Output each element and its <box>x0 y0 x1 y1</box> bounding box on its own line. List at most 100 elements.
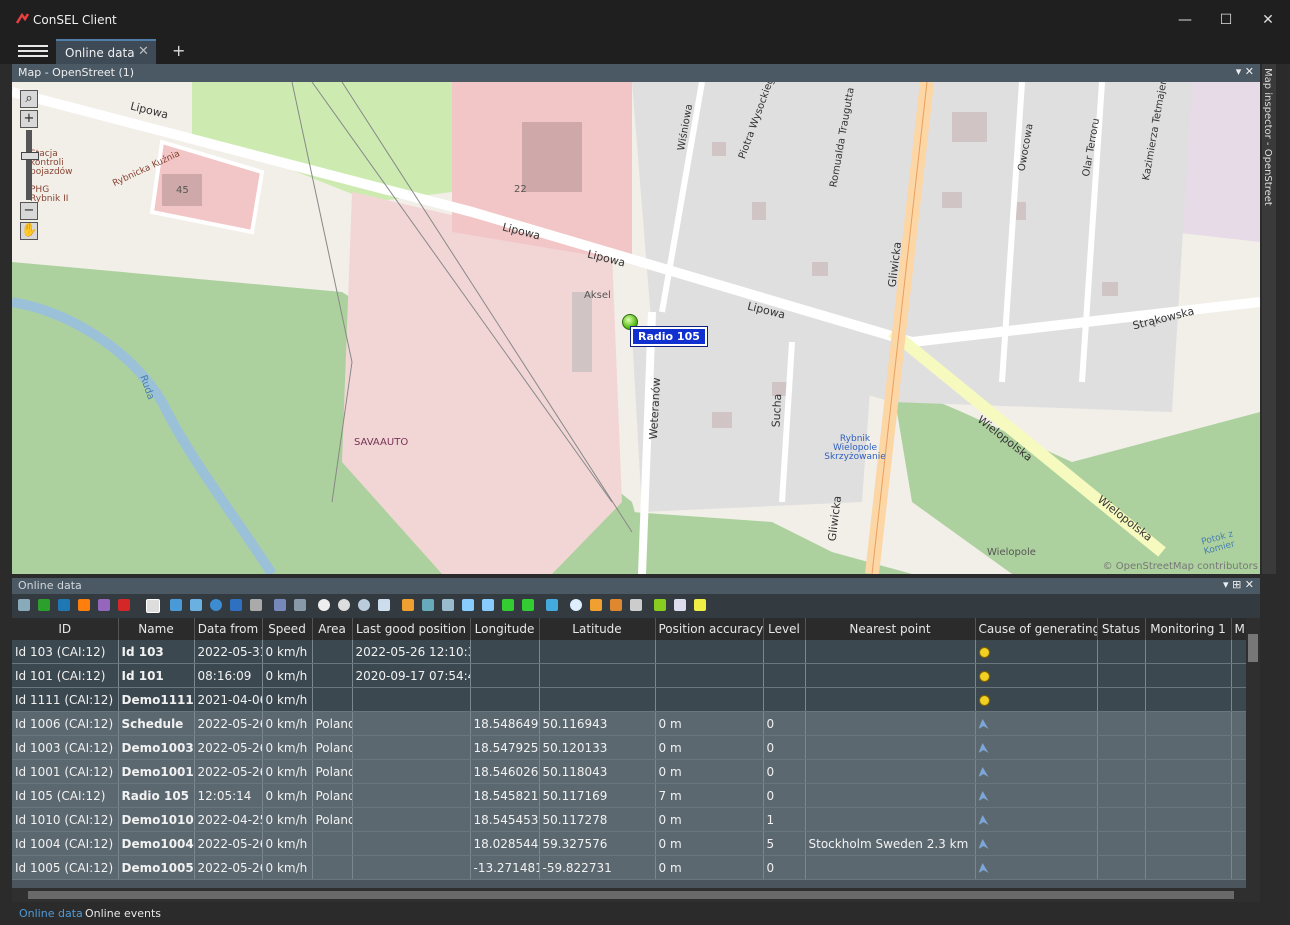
settings-icon[interactable] <box>250 599 262 611</box>
horizontal-scroll-thumb[interactable] <box>28 891 1234 899</box>
table-row[interactable]: Id 1001 (CAI:12) Demo1001 2022-05-26 0 km/h… <box>12 759 1246 784</box>
table-row[interactable]: Id 1005 (CAI:12) Demo1005 2022-05-26 0 km/h… <box>12 855 1246 880</box>
green-vehicle-icon[interactable] <box>38 599 50 611</box>
column-header-cause[interactable]: Cause of generating <box>975 618 1098 640</box>
refresh-icon[interactable] <box>546 599 558 611</box>
cell-lat: 50.118043 <box>539 759 656 784</box>
vehicle-arrow-icon <box>978 839 989 849</box>
cell-from: 2022-05-26 <box>194 711 263 736</box>
table-row[interactable]: Id 103 (CAI:12) Id 103 2022-05-31 0 km/h 202… <box>12 640 1246 664</box>
globe-icon[interactable] <box>358 599 370 611</box>
table-row[interactable]: Id 1111 (CAI:12) Demo1111 2021-04-06 0 km/h <box>12 687 1246 712</box>
table-row[interactable]: Id 1003 (CAI:12) Demo1003 2022-05-26 0 km/h… <box>12 735 1246 760</box>
cell-from: 2022-04-25 <box>194 807 263 832</box>
column-header-name[interactable]: Name <box>118 618 195 640</box>
map-attribution[interactable]: © OpenStreetMap contributors <box>1103 561 1258 572</box>
hamburger-menu-icon[interactable] <box>18 42 48 60</box>
online-data-panel-controls[interactable]: ▾ ⊞ ✕ <box>1223 578 1254 591</box>
tab-online-data[interactable]: Online data ✕ <box>56 39 156 64</box>
map-view[interactable]: Lipowa Lipowa Lipowa Lipowa Weteranów Su… <box>12 82 1260 574</box>
zoom-search-icon[interactable]: ⌕ <box>20 90 38 108</box>
cell-acc <box>655 663 764 688</box>
zoom-out-icon[interactable]: − <box>20 202 38 220</box>
route-icon[interactable] <box>378 599 390 611</box>
filter-icon[interactable] <box>170 599 182 611</box>
grid-icon[interactable] <box>590 599 602 611</box>
zoom-out-table-icon[interactable] <box>482 599 494 611</box>
vertical-scroll-thumb[interactable] <box>1248 634 1258 662</box>
cell-level: 0 <box>763 711 806 736</box>
column-header-monitoring-1[interactable]: Monitoring 1 <box>1145 618 1232 640</box>
pointer-tool-icon[interactable] <box>18 599 30 611</box>
new-tab-button[interactable]: + <box>172 41 185 60</box>
column-header-latitude[interactable]: Latitude <box>539 618 656 640</box>
document-icon[interactable] <box>674 599 686 611</box>
map-panel-controls[interactable]: ▾ ✕ <box>1236 65 1254 78</box>
close-button[interactable]: ✕ <box>1248 8 1288 32</box>
column-header-speed[interactable]: Speed <box>262 618 313 640</box>
columns-icon[interactable] <box>422 599 434 611</box>
column-header-area[interactable]: Area <box>312 618 353 640</box>
red-vehicle-icon[interactable] <box>118 599 130 611</box>
column-header-data-from[interactable]: Data from <box>194 618 263 640</box>
cell-more <box>1231 831 1246 856</box>
sort-up-icon[interactable] <box>274 599 286 611</box>
cell-mon <box>1145 807 1232 832</box>
blue-vehicle-icon[interactable] <box>58 599 70 611</box>
table-row[interactable]: Id 1004 (CAI:12) Demo1004 2022-05-26 0 km/h… <box>12 831 1246 856</box>
vehicle-marker-label[interactable]: Radio 105 <box>630 326 708 347</box>
point-icon[interactable] <box>210 599 222 611</box>
column-header-nearest-point[interactable]: Nearest point <box>805 618 976 640</box>
column-header-status[interactable]: Status <box>1097 618 1146 640</box>
table-icon[interactable] <box>402 599 414 611</box>
column-header-position-accuracy[interactable]: Position accuracy <box>655 618 764 640</box>
vertical-scrollbar[interactable] <box>1246 618 1260 890</box>
table-row[interactable]: Id 1006 (CAI:12) Schedule 2022-05-26 0 km/h… <box>12 711 1246 736</box>
table-row[interactable]: Id 101 (CAI:12) Id 101 08:16:09 0 km/h 2020-… <box>12 663 1246 688</box>
purple-vehicle-icon[interactable] <box>98 599 110 611</box>
column-header-last-good-position[interactable]: Last good position <box>352 618 471 640</box>
table-row[interactable]: Id 1010 (CAI:12) Demo1010 2022-04-25 0 km/h… <box>12 807 1246 832</box>
group-icon[interactable] <box>190 599 202 611</box>
message-icon[interactable] <box>230 599 242 611</box>
online-data-grid[interactable]: ID Name Data from Speed Area Last good p… <box>12 618 1246 890</box>
cell-id: Id 1003 (CAI:12) <box>12 735 119 760</box>
arrow-left-icon[interactable] <box>502 599 514 611</box>
info-icon[interactable] <box>338 599 350 611</box>
column-header-level[interactable]: Level <box>763 618 806 640</box>
export-icon[interactable] <box>630 599 642 611</box>
cell-speed: 0 km/h <box>262 855 313 880</box>
maximize-button[interactable]: ☐ <box>1206 8 1246 32</box>
flag-icon[interactable] <box>654 599 666 611</box>
bottom-tab-online-events[interactable]: Online events <box>85 907 161 920</box>
cell-acc: 0 m <box>655 735 764 760</box>
pan-hand-icon[interactable]: ✋ <box>20 222 38 240</box>
world-icon[interactable] <box>570 599 582 611</box>
cell-area <box>312 831 353 856</box>
map-inspector-strip[interactable]: Map inspector - OpenStreet <box>1262 64 1276 574</box>
cell-name: Demo1005 <box>118 855 195 880</box>
orange-vehicle-icon[interactable] <box>78 599 90 611</box>
zoom-in-icon[interactable]: + <box>20 110 38 128</box>
horizontal-scrollbar[interactable] <box>12 888 1260 902</box>
column-header-id[interactable]: ID <box>12 618 119 640</box>
check-icon[interactable] <box>318 599 330 611</box>
cell-status <box>1097 759 1146 784</box>
cell-lat: -59.822731 <box>539 855 656 880</box>
cell-speed: 0 km/h <box>262 831 313 856</box>
column-header-longitude[interactable]: Longitude <box>470 618 540 640</box>
zoom-slider[interactable] <box>21 130 39 200</box>
bottom-tab-online-data[interactable]: Online data <box>19 907 83 920</box>
minimize-button[interactable]: — <box>1165 8 1205 32</box>
table-row[interactable]: Id 105 (CAI:12) Radio 105 12:05:14 0 km/h Po… <box>12 783 1246 808</box>
grid-settings-icon[interactable] <box>610 599 622 611</box>
column-header-more[interactable]: M <box>1231 618 1246 640</box>
magic-icon[interactable] <box>694 599 706 611</box>
arrow-right-icon[interactable] <box>522 599 534 611</box>
zoom-in-table-icon[interactable] <box>462 599 474 611</box>
select-all-icon[interactable] <box>146 599 160 613</box>
sort-icon[interactable] <box>294 599 306 611</box>
zoom-slider-handle[interactable] <box>21 152 39 160</box>
tab-close-icon[interactable]: ✕ <box>138 44 149 59</box>
tools-icon[interactable] <box>442 599 454 611</box>
